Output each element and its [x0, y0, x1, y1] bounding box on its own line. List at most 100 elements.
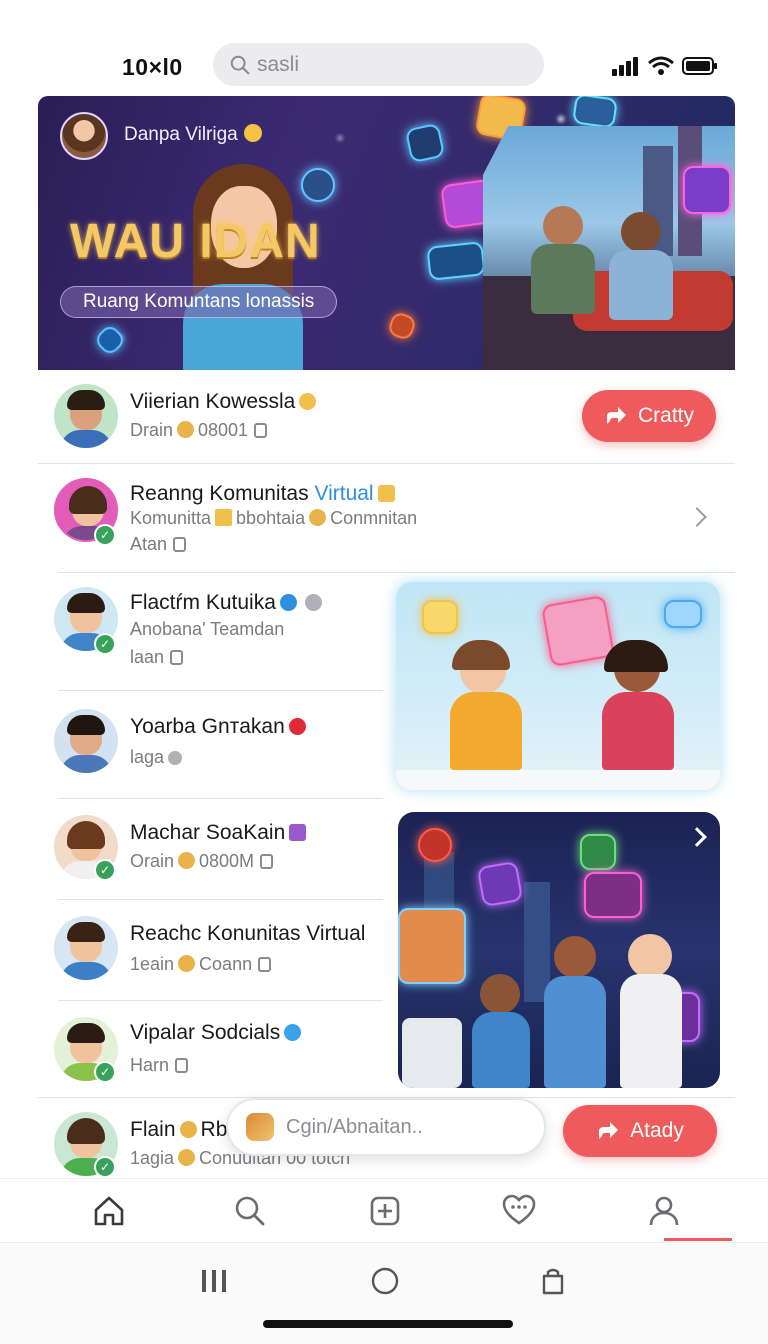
avatar[interactable]: [54, 384, 118, 448]
verified-badge-icon: ✓: [94, 1156, 116, 1178]
chat-heart-icon: [502, 1194, 536, 1225]
verified-badge-icon: ✓: [94, 633, 116, 655]
hero-user-avatar[interactable]: [60, 112, 108, 160]
wifi-icon: [648, 56, 674, 75]
sticker-icon[interactable]: [246, 1113, 274, 1141]
lock-icon: [258, 957, 272, 972]
floating-app-icon: [426, 241, 486, 281]
hero-user-name[interactable]: Danpa Vilriga: [124, 124, 262, 146]
item-title: Reachc Konunitas Virtual: [130, 922, 366, 945]
item-title: Yoarba Gnтakan: [130, 715, 310, 739]
media-card-city-friends[interactable]: [398, 812, 720, 1088]
verified-seal-icon: [284, 1024, 302, 1041]
search-icon: [230, 55, 250, 74]
item-meta: Orain 0800М: [130, 851, 274, 872]
list-item[interactable]: Viierian Kowessla Drain 08001 Cratty: [38, 370, 735, 463]
pin-icon: [168, 751, 183, 765]
message-composer[interactable]: [226, 1098, 546, 1156]
item-meta: laga: [130, 747, 186, 768]
system-icons: [612, 56, 718, 76]
system-nav-bar: [0, 1242, 768, 1344]
atady-button[interactable]: Atady: [563, 1105, 717, 1157]
emoji-icon: [178, 955, 196, 972]
cratty-button[interactable]: Cratty: [582, 390, 716, 442]
purple-badge-icon: [289, 824, 307, 841]
chevron-right-icon[interactable]: [687, 827, 707, 847]
battery-icon: [682, 57, 717, 75]
item-title: Reanng Komunitas Virtual: [130, 482, 399, 506]
tab-home[interactable]: [85, 1187, 133, 1235]
search-bar[interactable]: [213, 43, 544, 86]
home-indicator[interactable]: [263, 1320, 513, 1328]
hero-banner[interactable]: Danpa Vilriga WAU IDAN Ruang Komuntans l…: [38, 96, 735, 370]
back-button[interactable]: [533, 1261, 573, 1301]
item-meta: Drain 08001: [130, 420, 268, 441]
tab-profile[interactable]: [640, 1187, 688, 1235]
floating-app-icon: [572, 96, 618, 129]
recent-apps-button[interactable]: [194, 1261, 234, 1301]
check-emoji-icon: [215, 509, 233, 526]
lock-icon: [175, 1058, 189, 1073]
home-icon: [94, 1196, 124, 1226]
item-title: Viierian Kowessla: [130, 390, 320, 414]
item-title: Flain Rbu: [130, 1118, 240, 1141]
item-meta: Anobana' Teamdan: [130, 619, 285, 639]
hero-title: WAU IDAN: [70, 215, 321, 268]
item-meta: 1eain Coann: [130, 954, 272, 975]
composer-input[interactable]: [286, 1115, 526, 1139]
emoji-icon: [299, 393, 317, 410]
floating-app-icon: [93, 323, 127, 357]
search-icon: [235, 1196, 265, 1226]
item-meta: Komunitta bbohtaia Conmnitan: [130, 508, 418, 528]
lock-icon: [254, 423, 268, 438]
hero-living-room-scene: [483, 126, 735, 370]
tab-create[interactable]: [361, 1187, 409, 1235]
tab-search[interactable]: [226, 1187, 274, 1235]
heart-icon: [288, 718, 306, 735]
share-arrow-icon: [599, 1122, 619, 1139]
emoji-icon: [178, 852, 196, 869]
media-card-kids-playing[interactable]: [396, 582, 720, 790]
app-screen: 10×l0 sasli Danpa Vilriga WAU IDAN Ruang…: [0, 0, 768, 1344]
chevron-right-icon[interactable]: [687, 507, 707, 527]
circle-home-icon: [371, 1267, 399, 1295]
tab-chat[interactable]: [495, 1187, 543, 1235]
recent-apps-icon: [202, 1270, 226, 1292]
list-item[interactable]: ✓ Reanng Komunitas Virtual Komunitta bboh…: [38, 464, 735, 572]
item-title: Vipalar Sodcials: [130, 1021, 305, 1045]
lock-icon: [260, 854, 274, 869]
share-arrow-icon: [606, 407, 626, 424]
gray-badge-icon: [304, 594, 322, 611]
item-meta-line2: laan: [130, 647, 184, 668]
blue-emoji-icon: [279, 594, 297, 611]
bag-icon: [542, 1268, 564, 1295]
floating-app-icon: [386, 310, 418, 342]
hero-subtitle-pill[interactable]: Ruang Komuntans lonassis: [60, 286, 338, 318]
emoji-icon: [178, 1149, 196, 1166]
emoji-icon: [177, 421, 195, 438]
verified-badge-icon: ✓: [94, 1061, 116, 1083]
emoji-icon: [179, 1121, 197, 1138]
status-time: 10×l0: [122, 54, 183, 80]
verified-badge-icon: ✓: [94, 859, 116, 881]
cellular-signal-icon: [612, 57, 638, 76]
create-post-icon: [370, 1196, 400, 1226]
floating-app-icon: [404, 122, 446, 164]
item-title: Machar SoaKain: [130, 821, 310, 845]
home-button[interactable]: [365, 1261, 405, 1301]
hand-emoji-icon: [377, 485, 395, 502]
active-tab-indicator: [664, 1238, 732, 1241]
lock-icon: [173, 537, 187, 552]
crown-badge-icon: [243, 124, 262, 142]
item-title: Flactŕm Kutuika: [130, 591, 326, 615]
profile-icon: [649, 1196, 679, 1226]
emoji-icon: [309, 509, 327, 526]
status-bar: 10×l0: [0, 40, 768, 92]
item-meta: Harn: [130, 1055, 189, 1076]
item-meta-line2: Atan: [130, 534, 187, 555]
avatar[interactable]: [54, 709, 118, 773]
avatar[interactable]: [54, 916, 118, 980]
bottom-tab-bar: [0, 1178, 768, 1242]
search-input[interactable]: [257, 52, 507, 77]
lock-icon: [170, 650, 184, 665]
